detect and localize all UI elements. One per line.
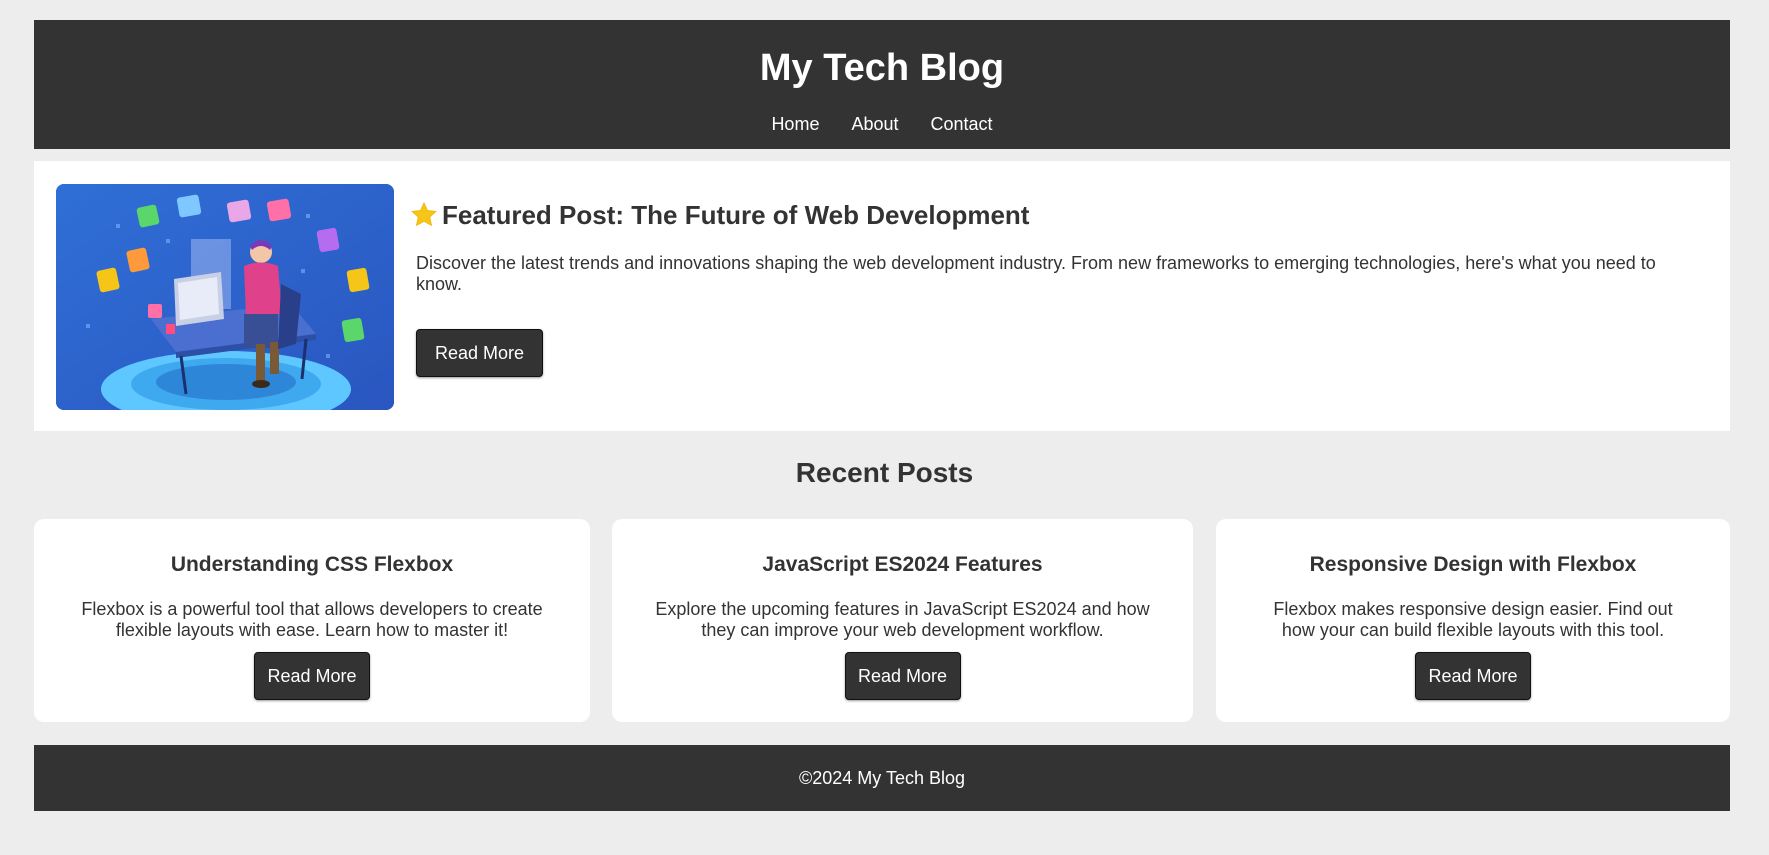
featured-image (56, 184, 394, 410)
post-card: Responsive Design with Flexbox Flexbox m… (1216, 519, 1730, 722)
read-more-button[interactable]: Read More (844, 652, 961, 700)
read-more-button[interactable]: Read More (254, 652, 370, 700)
post-excerpt: Flexbox makes responsive design easier. … (1273, 599, 1673, 640)
post-excerpt: Flexbox is a powerful tool that allows d… (81, 599, 543, 640)
read-more-button[interactable]: Read More (1415, 652, 1531, 700)
main-nav: Home About Contact (34, 113, 1730, 135)
page: My Tech Blog Home About Contact Featured… (0, 0, 1769, 855)
nav-home-link[interactable]: Home (771, 113, 819, 135)
featured-title-text: Featured Post: The Future of Web Develop… (442, 200, 1030, 230)
recent-posts-heading: Recent Posts (795, 457, 974, 488)
post-title: JavaScript ES2024 Features (762, 553, 1043, 576)
nav-about-link[interactable]: About (851, 113, 898, 135)
post-card: JavaScript ES2024 Features Explore the u… (612, 519, 1193, 722)
featured-read-more-button[interactable]: Read More (416, 329, 543, 377)
post-title: Understanding CSS Flexbox (170, 553, 454, 576)
post-card: Understanding CSS Flexbox Flexbox is a p… (34, 519, 590, 722)
featured-post: Featured Post: The Future of Web Develop… (34, 161, 1730, 431)
site-title: My Tech Blog (759, 47, 1005, 89)
featured-excerpt: Discover the latest trends and innovatio… (416, 253, 1656, 294)
featured-title: Featured Post: The Future of Web Develop… (409, 199, 1029, 231)
star-icon (409, 200, 439, 230)
site-header: My Tech Blog Home About Contact (34, 20, 1730, 149)
nav-contact-link[interactable]: Contact (931, 113, 993, 135)
site-footer: ©2024 My Tech Blog (34, 745, 1730, 811)
post-excerpt: Explore the upcoming features in JavaScr… (655, 599, 1150, 640)
footer-copyright: ©2024 My Tech Blog (798, 768, 966, 788)
post-title: Responsive Design with Flexbox (1309, 553, 1637, 576)
